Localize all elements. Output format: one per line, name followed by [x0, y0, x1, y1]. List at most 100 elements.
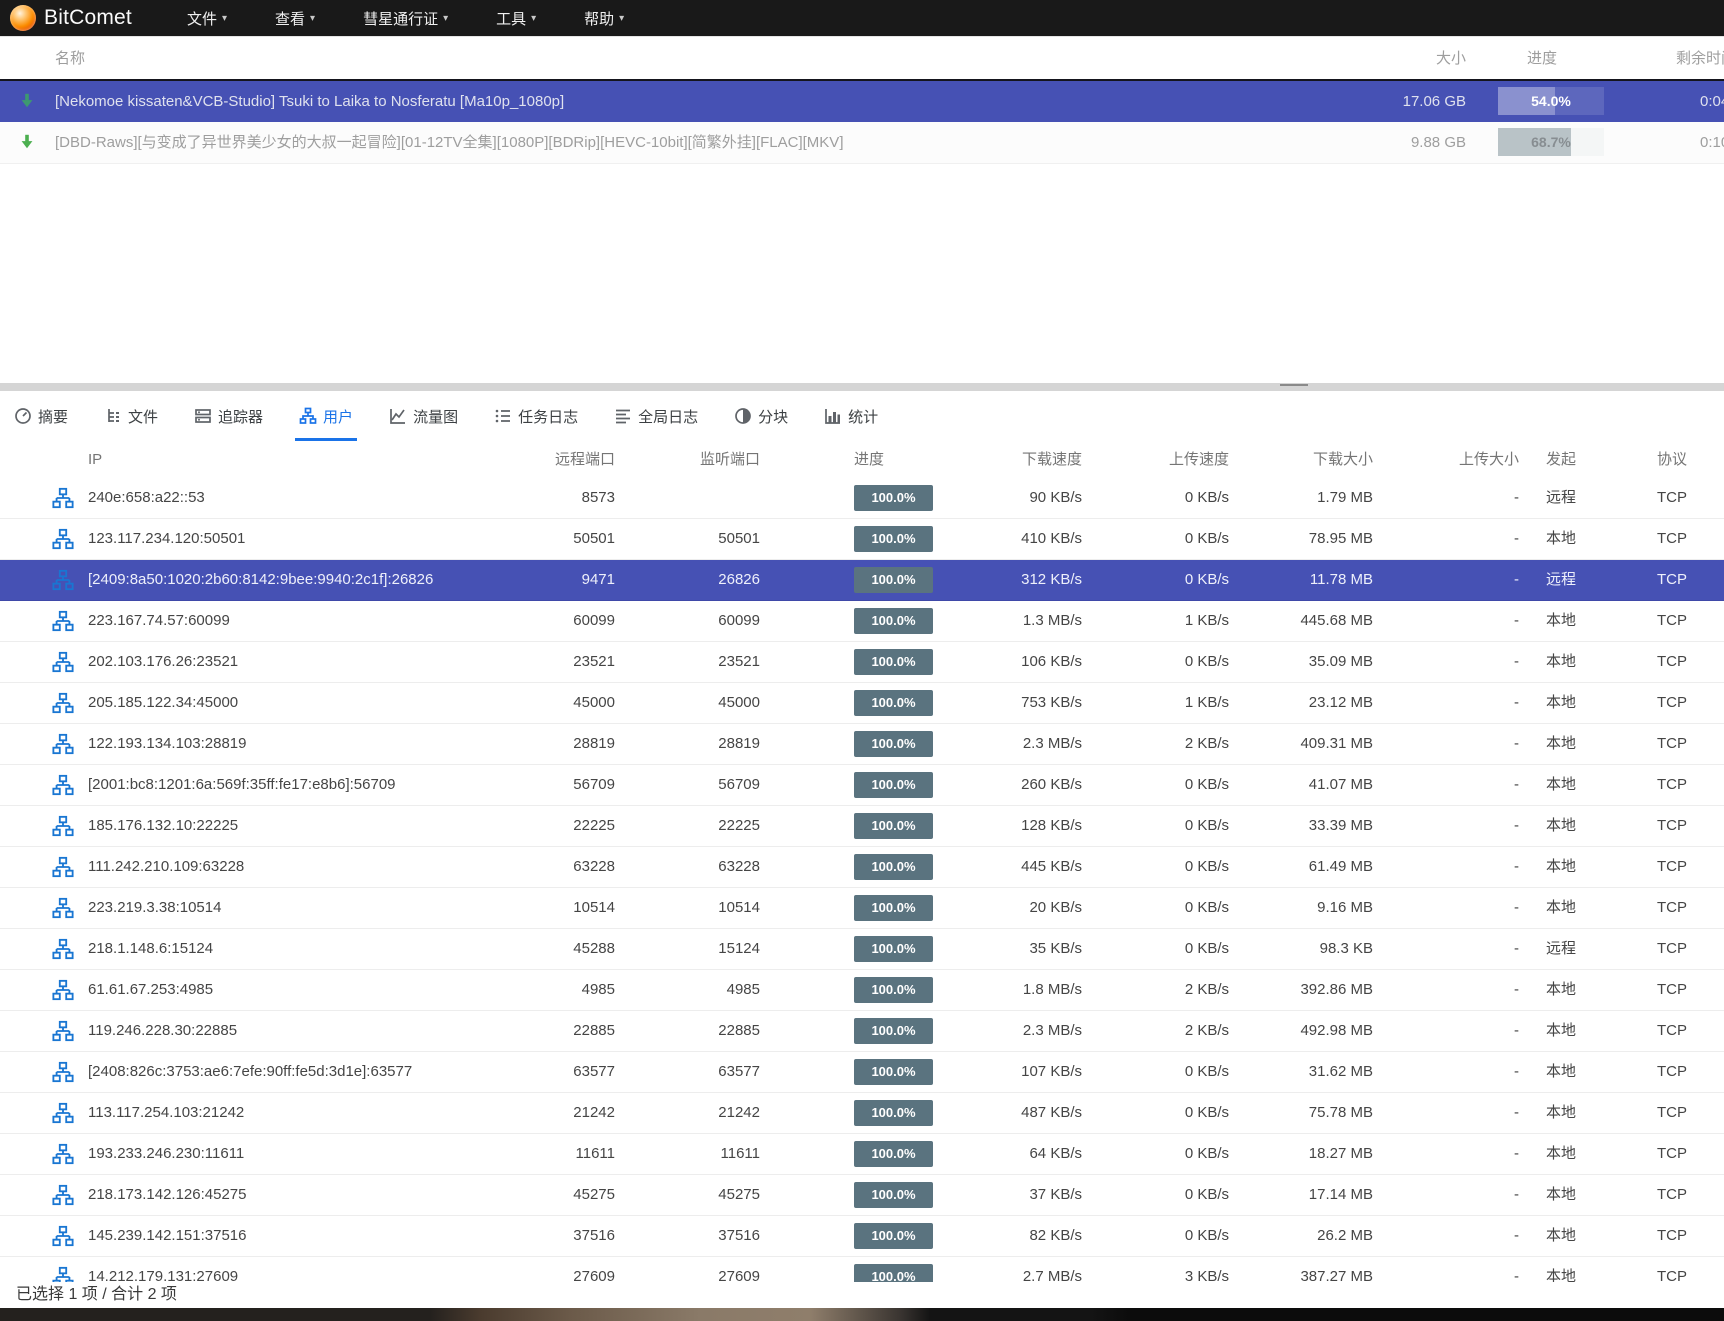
- peer-protocol: TCP: [1657, 478, 1687, 518]
- peer-row[interactable]: 205.185.122.34:45000 45000 45000 100.0% …: [0, 683, 1724, 724]
- pane-splitter[interactable]: [0, 383, 1724, 391]
- peer-progress-badge: 100.0%: [854, 1223, 933, 1249]
- tracker-icon: [194, 407, 212, 425]
- peer-progress-badge: 100.0%: [854, 1141, 933, 1167]
- peer-uploaded: -: [1367, 519, 1519, 559]
- peer-ip: [2409:8a50:1020:2b60:8142:9bee:9940:2c1f…: [88, 560, 433, 600]
- tab-summary[interactable]: 摘要: [14, 391, 68, 441]
- peer-uploaded: -: [1367, 478, 1519, 518]
- tab-task-log[interactable]: 任务日志: [494, 391, 578, 441]
- peer-uploaded: -: [1367, 1011, 1519, 1051]
- column-progress[interactable]: 进度: [1527, 37, 1557, 80]
- menu-file[interactable]: 文件▾: [187, 8, 227, 29]
- column-size[interactable]: 大小: [1316, 37, 1466, 80]
- menu-bar: BitComet 文件▾ 查看▾ 彗星通行证▾ 工具▾ 帮助▾: [0, 0, 1724, 36]
- menu-help[interactable]: 帮助▾: [584, 8, 624, 29]
- column-downloaded[interactable]: 下载大小: [1221, 441, 1373, 481]
- peer-row[interactable]: 111.242.210.109:63228 63228 63228 100.0%…: [0, 847, 1724, 888]
- app-title: BitComet: [44, 6, 132, 30]
- menu-comet-passport[interactable]: 彗星通行证▾: [363, 8, 448, 29]
- peer-row[interactable]: 240e:658:a22::53 8573 100.0% 90 KB/s 0 K…: [0, 478, 1724, 519]
- column-progress[interactable]: 进度: [854, 441, 933, 481]
- peer-row[interactable]: 218.1.148.6:15124 45288 15124 100.0% 35 …: [0, 929, 1724, 970]
- peer-listen-port: 50501: [575, 519, 760, 559]
- peer-ip: [2408:826c:3753:ae6:7efe:90ff:fe5d:3d1e]…: [88, 1052, 412, 1092]
- global-log-icon: [614, 407, 632, 425]
- peer-network-icon: [52, 1020, 74, 1042]
- peer-row[interactable]: 61.61.67.253:4985 4985 4985 100.0% 1.8 M…: [0, 970, 1724, 1011]
- menu-view[interactable]: 查看▾: [275, 8, 315, 29]
- column-uploaded[interactable]: 上传大小: [1367, 441, 1519, 481]
- tab-pieces[interactable]: 分块: [734, 391, 788, 441]
- detail-tab-bar: 摘要 文件 追踪器 用户 流量图 任务日志 全局日志 分块 统计: [0, 391, 1724, 441]
- peer-ip: 122.193.134.103:28819: [88, 724, 247, 764]
- column-upload-speed[interactable]: 上传速度: [1077, 441, 1229, 481]
- peer-row[interactable]: [2408:826c:3753:ae6:7efe:90ff:fe5d:3d1e]…: [0, 1052, 1724, 1093]
- peer-row[interactable]: 145.239.142.151:37516 37516 37516 100.0%…: [0, 1216, 1724, 1257]
- peer-row[interactable]: 123.117.234.120:50501 50501 50501 100.0%…: [0, 519, 1724, 560]
- peer-row[interactable]: 185.176.132.10:22225 22225 22225 100.0% …: [0, 806, 1724, 847]
- column-listen-port[interactable]: 监听端口: [575, 441, 760, 481]
- peer-row[interactable]: 113.117.254.103:21242 21242 21242 100.0%…: [0, 1093, 1724, 1134]
- peer-network-icon: [52, 528, 74, 550]
- torrent-row[interactable]: [DBD-Raws][与变成了异世界美少女的大叔一起冒险][01-12TV全集]…: [0, 122, 1724, 164]
- peer-protocol: TCP: [1657, 1011, 1687, 1051]
- peer-network-icon: [52, 610, 74, 632]
- peer-row[interactable]: 193.233.246.230:11611 11611 11611 100.0%…: [0, 1134, 1724, 1175]
- peer-initiation: 本地: [1546, 724, 1576, 764]
- peer-row[interactable]: 218.173.142.126:45275 45275 45275 100.0%…: [0, 1175, 1724, 1216]
- peer-network-icon: [52, 979, 74, 1001]
- tab-trackers[interactable]: 追踪器: [194, 391, 263, 441]
- torrent-row[interactable]: [Nekomoe kissaten&VCB-Studio] Tsuki to L…: [0, 81, 1724, 122]
- peer-uploaded: -: [1367, 1093, 1519, 1133]
- peer-ip: 61.61.67.253:4985: [88, 970, 213, 1010]
- peer-initiation: 本地: [1546, 519, 1576, 559]
- peer-upload-speed: 0 KB/s: [1077, 560, 1229, 600]
- traffic-chart-icon: [389, 407, 407, 425]
- column-download-speed[interactable]: 下载速度: [930, 441, 1082, 481]
- peer-row[interactable]: 122.193.134.103:28819 28819 28819 100.0%…: [0, 724, 1724, 765]
- peer-download-speed: 107 KB/s: [930, 1052, 1082, 1092]
- menu-items: 文件▾ 查看▾ 彗星通行证▾ 工具▾ 帮助▾: [187, 8, 624, 29]
- peer-uploaded: -: [1367, 683, 1519, 723]
- column-remaining-time[interactable]: 剩余时间: [1676, 37, 1724, 80]
- peer-uploaded: -: [1367, 1052, 1519, 1092]
- tab-files[interactable]: 文件: [104, 391, 158, 441]
- peer-row[interactable]: 119.246.228.30:22885 22885 22885 100.0% …: [0, 1011, 1724, 1052]
- column-protocol[interactable]: 协议: [1657, 441, 1687, 481]
- peer-initiation: 本地: [1546, 847, 1576, 887]
- peer-uploaded: -: [1367, 806, 1519, 846]
- torrent-remaining-time: 0:10:: [1700, 122, 1724, 163]
- peer-row[interactable]: 223.219.3.38:10514 10514 10514 100.0% 20…: [0, 888, 1724, 929]
- column-initiation[interactable]: 发起: [1546, 441, 1576, 481]
- peer-row[interactable]: [2001:bc8:1201:6a:569f:35ff:fe17:e8b6]:5…: [0, 765, 1724, 806]
- peer-row[interactable]: 223.167.74.57:60099 60099 60099 100.0% 1…: [0, 601, 1724, 642]
- peer-protocol: TCP: [1657, 847, 1687, 887]
- peer-network-icon: [52, 1143, 74, 1165]
- files-icon: [104, 407, 122, 425]
- peer-initiation: 本地: [1546, 806, 1576, 846]
- peer-download-speed: 64 KB/s: [930, 1134, 1082, 1174]
- torrent-progress-bar: 54.0%: [1498, 87, 1604, 115]
- peer-network-icon: [52, 487, 74, 509]
- tab-peers[interactable]: 用户: [299, 391, 353, 441]
- peer-row[interactable]: [2409:8a50:1020:2b60:8142:9bee:9940:2c1f…: [0, 560, 1724, 601]
- menu-tools[interactable]: 工具▾: [496, 8, 536, 29]
- peer-download-speed: 1.8 MB/s: [930, 970, 1082, 1010]
- peer-downloaded: 492.98 MB: [1221, 1011, 1373, 1051]
- tab-statistics[interactable]: 统计: [824, 391, 878, 441]
- peer-network-icon: [52, 569, 74, 591]
- peer-uploaded: -: [1367, 765, 1519, 805]
- column-ip[interactable]: IP: [88, 441, 102, 481]
- column-name[interactable]: 名称: [55, 37, 85, 80]
- peer-row[interactable]: 202.103.176.26:23521 23521 23521 100.0% …: [0, 642, 1724, 683]
- tab-global-log[interactable]: 全局日志: [614, 391, 698, 441]
- peer-download-speed: 20 KB/s: [930, 888, 1082, 928]
- peer-ip: 205.185.122.34:45000: [88, 683, 238, 723]
- peer-initiation: 本地: [1546, 1175, 1576, 1215]
- peer-ip: 113.117.254.103:21242: [88, 1093, 244, 1133]
- peer-download-speed: 90 KB/s: [930, 478, 1082, 518]
- tab-traffic-chart[interactable]: 流量图: [389, 391, 458, 441]
- peer-progress-badge: 100.0%: [854, 895, 933, 921]
- peer-uploaded: -: [1367, 847, 1519, 887]
